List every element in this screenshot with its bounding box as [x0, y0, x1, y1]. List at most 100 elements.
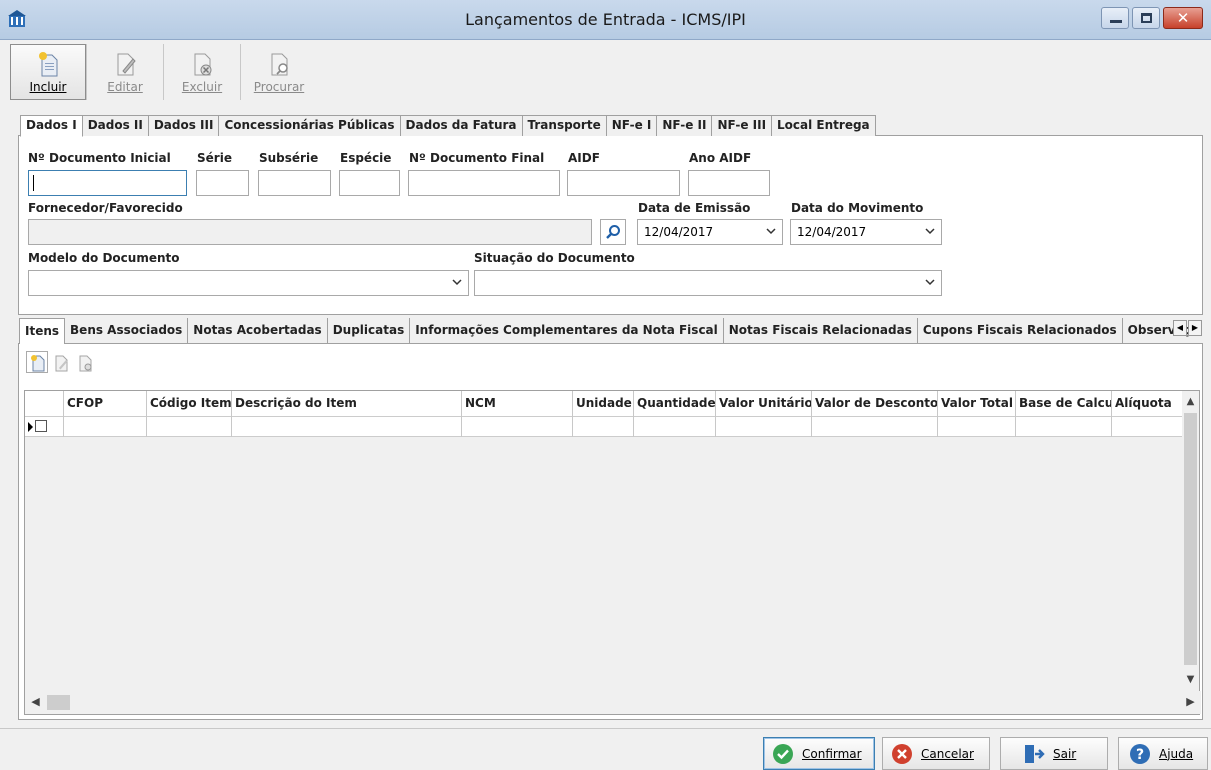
descricao-cell[interactable] [232, 417, 462, 437]
tab-scroll-left-button[interactable]: ◀ [1173, 320, 1187, 336]
codigo-item-cell[interactable] [147, 417, 232, 437]
quantidade-cell[interactable] [634, 417, 716, 437]
column-header-valor-desconto[interactable]: Valor de Desconto [812, 391, 938, 417]
data-emissao-label: Data de Emissão [638, 201, 751, 215]
text-caret [33, 175, 34, 191]
doc-final-input[interactable] [408, 170, 560, 196]
cfop-cell[interactable] [64, 417, 147, 437]
sair-button[interactable]: Sair [1000, 737, 1108, 770]
confirmar-button[interactable]: Confirmar [763, 737, 875, 770]
horizontal-scroll-thumb[interactable] [47, 695, 70, 710]
tab-cupons-relacionados[interactable]: Cupons Fiscais Relacionados [918, 318, 1123, 343]
sair-label: Sair [1053, 746, 1077, 761]
scroll-right-icon[interactable]: ▶ [1182, 693, 1199, 711]
minimize-button[interactable] [1101, 7, 1129, 29]
editar-button[interactable]: Editar [87, 44, 163, 100]
vertical-scroll-thumb[interactable] [1184, 413, 1197, 665]
doc-inicial-label: Nº Documento Inicial [28, 151, 171, 165]
valor-desconto-cell[interactable] [812, 417, 938, 437]
aidf-input[interactable] [567, 170, 680, 196]
excluir-label: Excluir [181, 80, 223, 94]
tab-informacoes-complementares[interactable]: Informações Complementares da Nota Fisca… [410, 318, 724, 343]
tab-dados-ii[interactable]: Dados II [81, 115, 149, 136]
tab-notas-relacionadas[interactable]: Notas Fiscais Relacionadas [724, 318, 918, 343]
modelo-select[interactable] [28, 270, 469, 296]
fornecedor-input[interactable] [28, 219, 592, 245]
itens-toolbar [26, 351, 96, 373]
maximize-icon [1141, 13, 1152, 23]
tab-notas-acobertadas[interactable]: Notas Acobertadas [188, 318, 328, 343]
cancelar-button[interactable]: Cancelar [882, 737, 990, 770]
tab-concessionarias[interactable]: Concessionárias Públicas [218, 115, 401, 136]
column-header-quantidade[interactable]: Quantidade [634, 391, 716, 417]
tab-bens-associados[interactable]: Bens Associados [65, 318, 189, 343]
scroll-up-icon[interactable]: ▲ [1182, 393, 1199, 411]
add-item-button[interactable] [26, 351, 48, 373]
base-calculo-cell[interactable] [1016, 417, 1112, 437]
column-header-base-calculo[interactable]: Base de Calculo [1016, 391, 1112, 417]
fornecedor-search-button[interactable] [600, 219, 626, 245]
vertical-scrollbar[interactable]: ▲ ▼ [1182, 391, 1199, 691]
edit-document-icon [55, 355, 68, 372]
column-header-ncm[interactable]: NCM [462, 391, 573, 417]
tab-dados-i[interactable]: Dados I [20, 115, 83, 137]
data-movimento-picker[interactable]: 12/04/2017 [790, 219, 942, 245]
delete-item-button[interactable] [74, 351, 96, 373]
procurar-button[interactable]: Procurar [241, 44, 317, 100]
column-header-unidade[interactable]: Unidade [573, 391, 634, 417]
doc-inicial-input[interactable] [28, 170, 187, 196]
add-document-icon [39, 52, 58, 77]
maximize-button[interactable] [1132, 7, 1160, 29]
tab-scroll-right-button[interactable]: ▶ [1188, 320, 1202, 336]
aidf-label: AIDF [568, 151, 600, 165]
valor-unitario-cell[interactable] [716, 417, 812, 437]
search-document-icon [271, 53, 288, 76]
valor-total-cell[interactable] [938, 417, 1016, 437]
tab-nfe-ii[interactable]: NF-e II [656, 115, 713, 136]
window-title: Lançamentos de Entrada - ICMS/IPI [465, 10, 746, 29]
column-header-aliquota[interactable]: Alíquota [1112, 391, 1184, 417]
column-header-valor-unitario[interactable]: Valor Unitário [716, 391, 812, 417]
scroll-down-icon[interactable]: ▼ [1182, 671, 1199, 689]
doc-final-label: Nº Documento Final [409, 151, 545, 165]
ncm-cell[interactable] [462, 417, 573, 437]
data-emissao-picker[interactable]: 12/04/2017 [637, 219, 783, 245]
cancel-circle-icon [892, 743, 912, 764]
tab-nfe-i[interactable]: NF-e I [605, 115, 658, 136]
edit-item-button[interactable] [50, 351, 72, 373]
incluir-button[interactable]: Incluir [10, 44, 86, 100]
excluir-button[interactable]: Excluir [164, 44, 240, 100]
confirmar-label: Confirmar [802, 746, 862, 761]
ano-aidf-label: Ano AIDF [689, 151, 752, 165]
close-button[interactable]: ✕ [1163, 7, 1203, 29]
tab-transporte[interactable]: Transporte [521, 115, 607, 136]
row-selector-cell [25, 417, 64, 437]
tab-nfe-iii[interactable]: NF-e III [711, 115, 773, 136]
column-header-cfop[interactable]: CFOP [64, 391, 147, 417]
tab-duplicatas[interactable]: Duplicatas [328, 318, 411, 343]
unidade-cell[interactable] [573, 417, 634, 437]
ano-aidf-input[interactable] [688, 170, 770, 196]
column-header-valor-total[interactable]: Valor Total [938, 391, 1016, 417]
subserie-input[interactable] [258, 170, 331, 196]
tab-local-entrega[interactable]: Local Entrega [771, 115, 876, 136]
horizontal-scrollbar[interactable]: ◀ ▶ [25, 691, 1201, 714]
data-emissao-value: 12/04/2017 [644, 225, 714, 239]
scroll-left-icon[interactable]: ◀ [27, 693, 44, 711]
tab-itens[interactable]: Itens [19, 318, 66, 344]
bottom-action-bar: Confirmar Cancelar Sair ? Ajuda [0, 728, 1211, 770]
especie-input[interactable] [339, 170, 400, 196]
sub-tab-bar: Itens Bens Associados Notas Acobertadas … [19, 318, 1204, 344]
column-header-codigo-item[interactable]: Código Item [147, 391, 232, 417]
table-row[interactable] [25, 417, 1184, 437]
tab-dados-fatura[interactable]: Dados da Fatura [399, 115, 523, 136]
ajuda-button[interactable]: ? Ajuda [1118, 737, 1208, 770]
search-icon [606, 225, 620, 239]
situacao-select[interactable] [474, 270, 942, 296]
chevron-down-icon [925, 228, 935, 235]
serie-input[interactable] [196, 170, 249, 196]
tab-dados-iii[interactable]: Dados III [147, 115, 220, 136]
column-header-descricao[interactable]: Descrição do Item [232, 391, 462, 417]
editar-label: Editar [107, 80, 143, 94]
aliquota-cell[interactable] [1112, 417, 1184, 437]
